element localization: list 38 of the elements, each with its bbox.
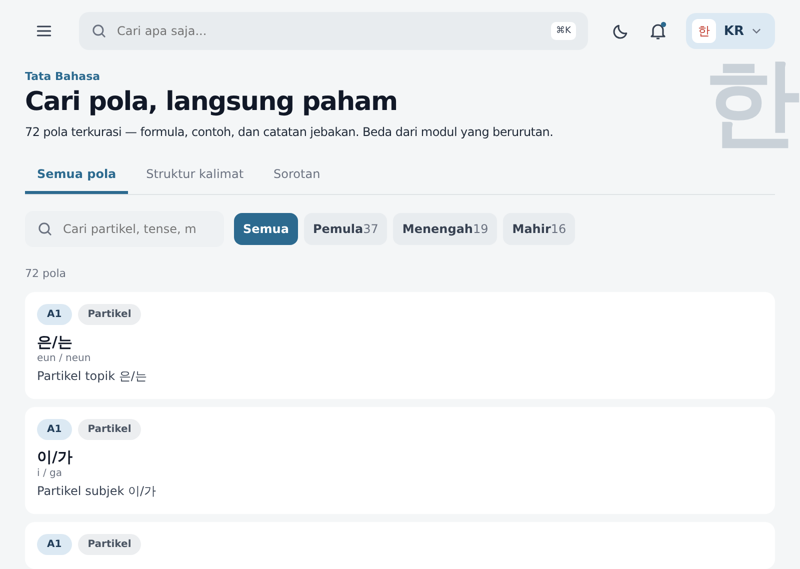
result-count: 72 pola [25, 267, 68, 280]
filter-chip[interactable]: Semua [234, 213, 298, 245]
pattern-card[interactable]: A1 Partikel [25, 522, 775, 569]
search-field[interactable]: Cari partikel, tense, m [25, 211, 224, 247]
pattern-description: Partikel subjek 이/가 [37, 483, 158, 500]
bell-icon[interactable] [648, 21, 668, 41]
page-subtitle: 72 pola terkurasi — formula, contoh, dan catatan jebakan. Beda dari modul yang berurutan. [25, 125, 554, 139]
moon-icon[interactable] [612, 22, 630, 40]
romanization: eun / neun [37, 353, 92, 364]
language-selector[interactable]: 한 KR [686, 13, 775, 49]
language-glyph: 한 [692, 19, 716, 43]
pattern-name: 은/는 [37, 333, 74, 352]
filter-chip[interactable]: Menengah19 [393, 213, 498, 245]
category-badge: Partikel [78, 304, 142, 325]
level-badge: A1 [37, 304, 72, 325]
tab[interactable]: Sorotan [262, 157, 332, 194]
category-badge: Partikel [78, 534, 142, 555]
filter-chip[interactable]: Mahir16 [503, 213, 576, 245]
romanization: i / ga [37, 468, 63, 479]
search-field[interactable]: Cari apa saja... ⌘K [79, 12, 588, 50]
tab[interactable]: Struktur kalimat [134, 157, 256, 194]
shortcut-hint: ⌘K [551, 22, 576, 40]
search-icon [37, 221, 53, 237]
pattern-card[interactable]: A1 Partikel 은/는 eun / neun Partikel topik 은/는 [25, 292, 775, 399]
page-title: Cari pola, langsung paham [25, 87, 398, 117]
level-badge: A1 [37, 534, 72, 555]
section-label: Tata Bahasa [25, 70, 102, 83]
level-badge: A1 [37, 419, 72, 440]
chevron-down-icon [752, 28, 761, 34]
filter-chip[interactable]: Pemula37 [304, 213, 388, 245]
search-input[interactable]: Cari apa saja... [115, 23, 543, 39]
pattern-description: Partikel topik 은/는 [37, 368, 148, 385]
search-icon [91, 23, 107, 39]
pattern-card[interactable]: A1 Partikel 이/가 i / ga Partikel subjek 이/가 [25, 407, 775, 514]
category-badge: Partikel [78, 419, 142, 440]
search-input[interactable]: Cari partikel, tense, m [61, 221, 212, 237]
pattern-name: 이/가 [37, 448, 74, 467]
tab[interactable]: Semua pola [25, 157, 128, 194]
